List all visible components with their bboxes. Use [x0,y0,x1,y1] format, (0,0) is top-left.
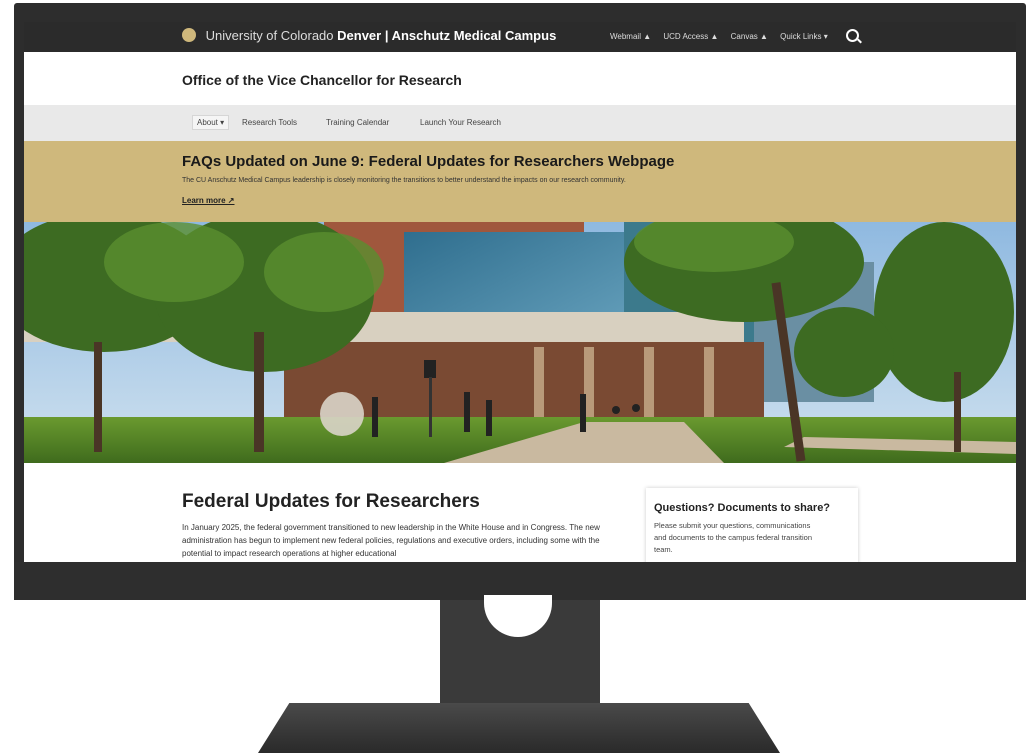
nav-item-research-tools[interactable]: Research Tools [242,118,297,127]
webmail-link[interactable]: Webmail ▲ [610,32,651,41]
nav-item-about[interactable]: About ▾ [192,115,230,130]
learn-more-link[interactable]: Learn more ↗ [182,196,235,205]
hero-illustration [24,222,1016,463]
nav-item-launch-your-research[interactable]: Launch Your Research [420,118,501,127]
page-heading: Federal Updates for Researchers [182,491,480,512]
main-nav: About ▾ Research Tools Training Calendar… [24,105,1016,141]
questions-callout: Questions? Documents to share? Please su… [646,488,858,562]
campus-hero-image [24,222,1016,463]
search-icon[interactable] [846,29,859,42]
ucd-access-link[interactable]: UCD Access ▲ [663,32,718,41]
monitor-stand-base [258,703,780,753]
questions-callout-title: Questions? Documents to share? [654,502,831,514]
brand-campus-text: Denver | Anschutz Medical Campus [337,28,557,43]
canvas-link[interactable]: Canvas ▲ [731,32,768,41]
questions-callout-text: Please submit your questions, communicat… [654,521,813,554]
utility-links: Webmail ▲ UCD Access ▲ Canvas ▲ Quick Li… [610,32,838,41]
announcement-title: FAQs Updated on June 9: Federal Updates … [182,153,675,170]
monitor-screen: University of Colorado Denver | Anschutz… [24,22,1016,562]
brand-university-text: University of Colorado [205,28,334,43]
cu-logo-icon [182,28,196,42]
site-title[interactable]: Office of the Vice Chancellor for Resear… [182,72,462,88]
quick-links-dropdown[interactable]: Quick Links ▾ [780,32,828,41]
university-brand[interactable]: University of Colorado Denver | Anschutz… [182,28,556,43]
announcement-text: The CU Anschutz Medical Campus leadershi… [182,177,626,184]
announcement-banner: FAQs Updated on June 9: Federal Updates … [24,141,1016,222]
nav-item-training-calendar[interactable]: Training Calendar [326,118,389,127]
site-title-bar: Office of the Vice Chancellor for Resear… [24,52,1016,105]
page-intro-text: In January 2025, the federal government … [182,523,600,558]
top-utility-bar: University of Colorado Denver | Anschutz… [24,22,1016,52]
